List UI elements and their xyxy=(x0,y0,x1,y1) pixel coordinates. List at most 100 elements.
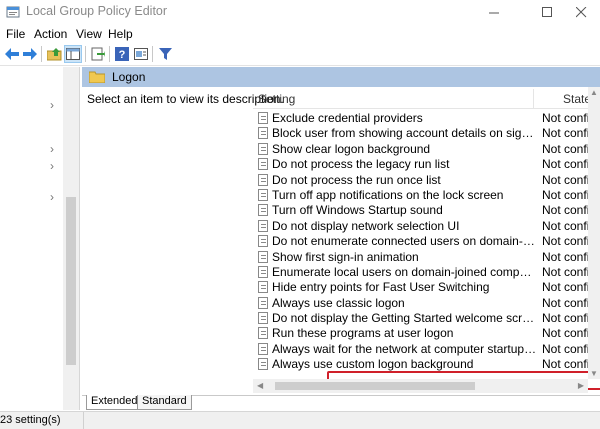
setting-state: Not config xyxy=(542,341,588,356)
back-button[interactable] xyxy=(3,45,21,63)
list-item[interactable]: Always use classic logon Not config xyxy=(253,295,588,310)
chevron-right-icon[interactable]: › xyxy=(50,159,54,173)
filter-button[interactable] xyxy=(156,45,174,63)
setting-name: Do not process the run once list xyxy=(272,172,441,187)
column-header-state[interactable]: State xyxy=(563,92,591,106)
folder-icon xyxy=(89,71,105,83)
list-item[interactable]: Turn off Windows Startup sound Not config xyxy=(253,202,588,217)
policy-setting-icon xyxy=(258,204,268,217)
tree-scrollbar-thumb[interactable] xyxy=(66,197,76,365)
list-item[interactable]: Enumerate local users on domain-joined c… xyxy=(253,264,588,279)
setting-name: Do not display the Getting Started welco… xyxy=(272,311,537,326)
list-item[interactable]: Do not process the legacy run list Not co… xyxy=(253,156,588,171)
setting-name: Enumerate local users on domain-joined c… xyxy=(272,264,537,279)
show-hide-tree-icon xyxy=(66,48,80,60)
setting-state: Not config xyxy=(542,157,588,172)
list-item[interactable]: Block user from showing account details … xyxy=(253,125,588,140)
list-item[interactable]: Exclude credential providers Not config xyxy=(253,110,588,125)
menu-file[interactable]: File xyxy=(6,27,25,41)
list-item[interactable]: Turn off app notifications on the lock s… xyxy=(253,187,588,202)
chevron-right-icon[interactable]: › xyxy=(50,142,54,156)
scroll-down-icon[interactable]: ▼ xyxy=(590,369,598,378)
menu-bar: File Action View Help xyxy=(0,25,600,42)
menu-help[interactable]: Help xyxy=(108,27,133,41)
description-text: Select an item to view its description. xyxy=(87,92,284,106)
menu-view[interactable]: View xyxy=(76,27,102,41)
setting-state: Not config xyxy=(542,218,588,233)
setting-name: Turn off app notifications on the lock s… xyxy=(272,187,504,202)
setting-name: Turn off Windows Startup sound xyxy=(272,203,443,218)
policy-setting-icon xyxy=(258,235,268,248)
policy-setting-icon xyxy=(258,127,268,140)
tree-pane[interactable]: › › › › xyxy=(0,67,80,410)
tab-standard[interactable]: Standard xyxy=(137,395,192,410)
list-item[interactable]: Do not process the run once list Not conf… xyxy=(253,172,588,187)
filter-icon xyxy=(158,47,172,60)
policy-setting-icon xyxy=(258,358,268,371)
setting-name: Do not process the legacy run list xyxy=(272,157,450,172)
horizontal-scrollbar-thumb[interactable] xyxy=(275,382,475,390)
setting-name: Do not display network selection UI xyxy=(272,218,460,233)
maximize-icon xyxy=(541,7,552,17)
column-divider[interactable] xyxy=(533,89,534,109)
list-vertical-scrollbar[interactable]: ▲ ▼ xyxy=(588,87,600,379)
node-header: Logon xyxy=(82,67,600,87)
list-item[interactable]: Always use custom logon background Not co… xyxy=(253,356,588,371)
setting-state: Not config xyxy=(542,280,588,295)
list-item[interactable]: Show clear logon background Not config xyxy=(253,141,588,156)
setting-state: Not config xyxy=(542,203,588,218)
setting-state: Not config xyxy=(542,311,588,326)
setting-name: Run these programs at user logon xyxy=(272,326,454,341)
help-button[interactable]: ? xyxy=(113,45,131,63)
list-item[interactable]: Do not display the Getting Started welco… xyxy=(253,310,588,325)
list-item[interactable]: Run these programs at user logon Not conf… xyxy=(253,325,588,340)
menu-action[interactable]: Action xyxy=(34,27,67,41)
minimize-button[interactable] xyxy=(473,0,515,25)
window-title: Local Group Policy Editor xyxy=(26,4,168,18)
toolbar-separator xyxy=(109,46,110,62)
details-pane: Logon Select an item to view its descrip… xyxy=(82,67,600,410)
setting-name: Block user from showing account details … xyxy=(272,126,537,141)
status-bar: 23 setting(s) xyxy=(0,411,600,429)
policy-setting-icon xyxy=(258,250,268,263)
policy-setting-icon xyxy=(258,188,268,201)
export-list-icon xyxy=(91,47,105,61)
list-header: Setting State xyxy=(253,89,600,109)
setting-state: Not config xyxy=(542,234,588,249)
status-setting-count: 23 setting(s) xyxy=(0,414,61,426)
forward-icon xyxy=(23,48,37,60)
policy-setting-icon xyxy=(258,312,268,325)
scroll-left-icon[interactable]: ◀ xyxy=(257,381,263,390)
chevron-right-icon[interactable]: › xyxy=(50,98,54,112)
list-item[interactable]: Show first sign-in animation Not config xyxy=(253,249,588,264)
policy-setting-icon xyxy=(258,265,268,278)
policy-setting-icon xyxy=(258,296,268,309)
list-horizontal-scrollbar[interactable]: ◀ ▶ xyxy=(253,379,588,393)
close-button[interactable] xyxy=(560,0,600,25)
list-item[interactable]: Do not enumerate connected users on doma… xyxy=(253,233,588,248)
scroll-right-icon[interactable]: ▶ xyxy=(578,381,584,390)
scroll-up-icon[interactable]: ▲ xyxy=(590,88,598,97)
up-folder-button[interactable] xyxy=(45,45,63,63)
properties-button[interactable] xyxy=(132,45,150,63)
setting-state: Not config xyxy=(542,357,588,372)
toolbar-separator xyxy=(85,46,86,62)
node-title: Logon xyxy=(112,70,146,84)
list-item[interactable]: Do not display network selection UI Not c… xyxy=(253,218,588,233)
setting-state: Not config xyxy=(542,172,588,187)
chevron-right-icon[interactable]: › xyxy=(50,190,54,204)
forward-button[interactable] xyxy=(21,45,39,63)
up-folder-icon xyxy=(46,47,61,60)
policy-setting-icon xyxy=(258,173,268,186)
export-list-button[interactable] xyxy=(89,45,107,63)
policy-setting-icon xyxy=(258,327,268,340)
setting-name: Show clear logon background xyxy=(272,141,431,156)
column-header-setting[interactable]: Setting xyxy=(258,92,295,106)
policy-setting-icon xyxy=(258,158,268,171)
setting-name: Always wait for the network at computer … xyxy=(272,341,537,356)
toolbar-separator xyxy=(152,46,153,62)
tab-extended[interactable]: Extended xyxy=(86,395,143,410)
list-item[interactable]: Always wait for the network at computer … xyxy=(253,341,588,356)
show-hide-tree-button[interactable] xyxy=(64,45,82,63)
list-item[interactable]: Hide entry points for Fast User Switchin… xyxy=(253,279,588,294)
